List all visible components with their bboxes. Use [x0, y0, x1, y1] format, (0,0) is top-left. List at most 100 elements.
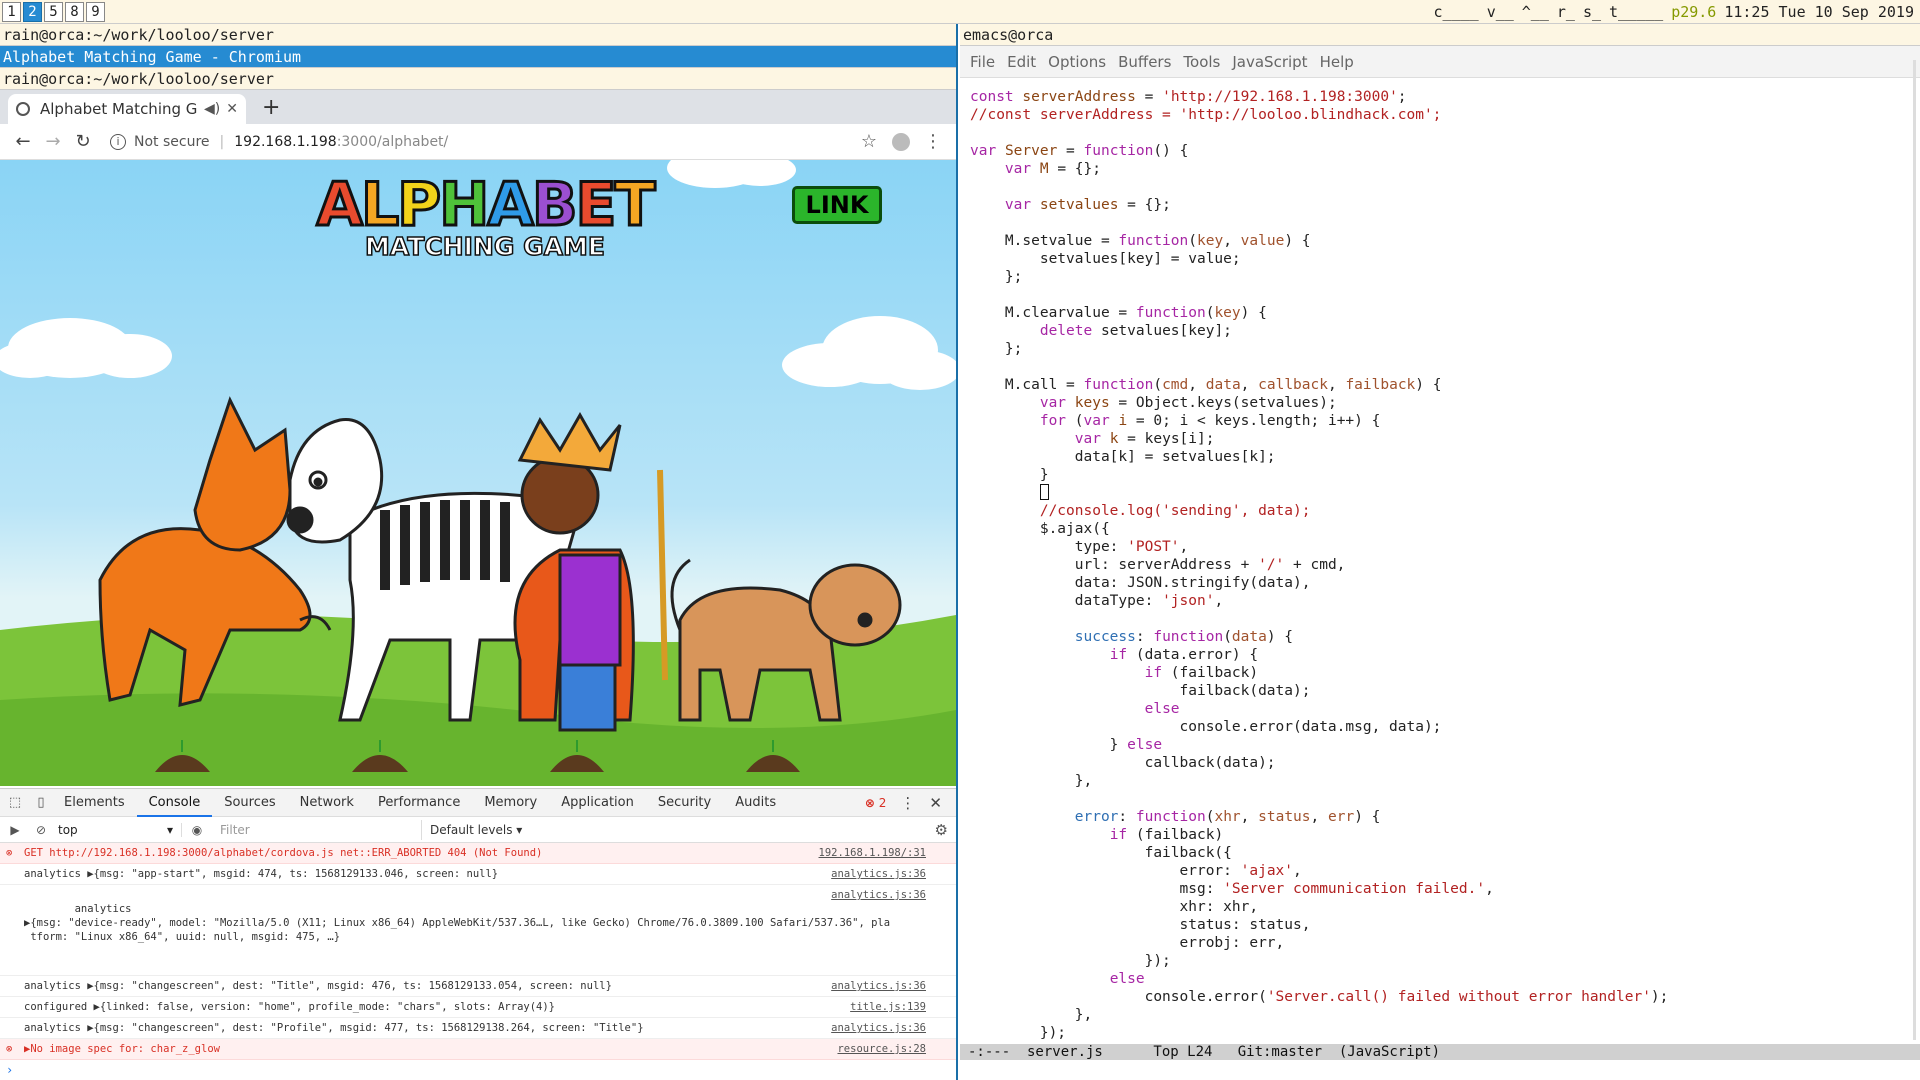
emacs-window: emacs@orca File Edit Options Buffers Too…	[960, 24, 1920, 1080]
code-line: };	[970, 341, 1023, 357]
log-source-link[interactable]: title.js:139	[850, 1000, 926, 1014]
code-buffer[interactable]: const serverAddress = 'http://192.168.1.…	[960, 78, 1920, 1042]
speaker-icon[interactable]: ◀)	[204, 101, 220, 117]
context-select[interactable]: top ▾	[52, 822, 182, 837]
dropdown-icon: ▾	[166, 822, 173, 837]
log-text: GET http://192.168.1.198:3000/alphabet/c…	[24, 847, 543, 859]
code-line: var keys = Object.keys(setvalues);	[1039, 395, 1337, 411]
devtools-menu-icon[interactable]: ⋮	[900, 794, 915, 812]
error-count-badge[interactable]: ⊗ 2	[865, 796, 887, 810]
code-line: setvalues[key] = value;	[970, 251, 1241, 267]
device-toolbar-icon[interactable]: ▯	[30, 795, 52, 810]
log-text[interactable]: ▶No image spec for: char_z_glow	[24, 1043, 220, 1055]
code-line: if (data.error) {	[1109, 647, 1259, 663]
sidebar-toggle-icon[interactable]: ▶	[4, 823, 26, 837]
address-bar[interactable]: i Not secure | 192.168.1.198:3000/alphab…	[98, 128, 854, 156]
menu-options[interactable]: Options	[1048, 53, 1106, 71]
code-line: data[k] = setvalues[k];	[970, 449, 1276, 465]
log-source-link[interactable]: analytics.js:36	[831, 867, 926, 881]
profile-avatar[interactable]	[892, 132, 910, 151]
menu-buffers[interactable]: Buffers	[1118, 53, 1171, 71]
inspect-element-icon[interactable]: ⬚	[4, 795, 26, 810]
code-line: M.setvalue = function(key, value) {	[970, 233, 1311, 249]
workspace-2-button[interactable]: 2	[23, 1, 42, 22]
code-line: for (var i = 0; i < keys.length; i++) {	[1039, 413, 1381, 429]
code-line: xhr: xhr,	[970, 899, 1259, 915]
text-cursor	[1039, 484, 1049, 500]
workspace-5-button[interactable]: 5	[44, 1, 63, 22]
tab-console[interactable]: Console	[136, 789, 213, 817]
menu-help[interactable]: Help	[1320, 53, 1354, 71]
code-line: var setvalues = {};	[1004, 197, 1171, 213]
log-source-link[interactable]: analytics.js:36	[831, 979, 926, 993]
live-expression-eye-icon[interactable]: ◉	[186, 823, 208, 837]
tab-performance[interactable]: Performance	[366, 789, 472, 817]
console-log-row: analytics ▶{msg: "device-ready", model: …	[0, 885, 956, 976]
code-line: });	[970, 1025, 1067, 1041]
context-value: top	[58, 822, 78, 837]
console-log-row: analytics ▶{msg: "changescreen", dest: "…	[0, 1018, 956, 1039]
log-text[interactable]: analytics ▶{msg: "app-start", msgid: 474…	[24, 868, 498, 880]
devtools-close-icon[interactable]: ✕	[929, 794, 942, 812]
window-title-terminal[interactable]: rain@orca:~/work/looloo/server	[0, 24, 956, 46]
window-title-chromium[interactable]: Alphabet Matching Game - Chromium	[0, 46, 956, 68]
tab-sources[interactable]: Sources	[212, 789, 287, 817]
levels-value: Default levels	[430, 822, 513, 837]
console-error-row: ⊗ ▶No image spec for: char_z_glow resour…	[0, 1039, 956, 1060]
info-icon[interactable]: i	[110, 133, 126, 150]
url-host: 192.168.1.198	[234, 133, 337, 150]
game-logo: ALPHABET MATCHING GAME	[300, 171, 670, 261]
game-viewport[interactable]: ALPHABET MATCHING GAME LINK	[0, 160, 956, 786]
menu-file[interactable]: File	[970, 53, 995, 71]
log-text[interactable]: analytics ▶{msg: "changescreen", dest: "…	[24, 980, 612, 992]
workspace-1-button[interactable]: 1	[2, 1, 21, 22]
workspace-8-button[interactable]: 8	[65, 1, 84, 22]
log-source-link[interactable]: analytics.js:36	[831, 1021, 926, 1035]
levels-dropdown-icon: ▾	[516, 822, 523, 837]
menu-javascript[interactable]: JavaScript	[1232, 53, 1307, 71]
status-v: v__	[1486, 3, 1514, 21]
console-log-row: analytics ▶{msg: "changescreen", dest: "…	[0, 976, 956, 997]
tab-network[interactable]: Network	[288, 789, 366, 817]
tab-elements[interactable]: Elements	[52, 789, 137, 817]
log-source-link[interactable]: resource.js:28	[837, 1042, 926, 1056]
tab-memory[interactable]: Memory	[472, 789, 549, 817]
url-path: :3000/alphabet/	[336, 133, 449, 150]
tab-audits[interactable]: Audits	[723, 789, 788, 817]
code-line: url: serverAddress + '/' + cmd,	[970, 557, 1346, 573]
log-source-link[interactable]: 192.168.1.198/:31	[819, 846, 926, 860]
code-comment: //const serverAddress = 'http://looloo.b…	[970, 107, 1442, 123]
new-tab-button[interactable]: +	[262, 95, 280, 120]
menu-tools[interactable]: Tools	[1183, 53, 1220, 71]
log-text[interactable]: configured ▶{linked: false, version: "ho…	[24, 1001, 555, 1013]
forward-icon[interactable]: →	[38, 131, 68, 152]
log-text[interactable]: analytics ▶{msg: "changescreen", dest: "…	[24, 1022, 644, 1034]
status-p: p29.6	[1671, 3, 1717, 21]
menu-edit[interactable]: Edit	[1007, 53, 1036, 71]
code-comment: //console.log('sending', data);	[970, 503, 1311, 519]
log-text[interactable]: analytics ▶{msg: "device-ready", model: …	[24, 903, 890, 943]
emacs-window-title[interactable]: emacs@orca	[960, 24, 1920, 46]
close-tab-icon[interactable]: ✕	[226, 101, 238, 117]
menu-icon[interactable]: ⋮	[918, 131, 948, 152]
back-icon[interactable]: ←	[8, 131, 38, 152]
workspace-9-button[interactable]: 9	[86, 1, 105, 22]
code-line: else	[1144, 701, 1180, 717]
log-source-link[interactable]: analytics.js:36	[831, 888, 926, 902]
tab-security[interactable]: Security	[646, 789, 723, 817]
browser-tab[interactable]: Alphabet Matching Ga ◀) ✕	[8, 94, 246, 124]
console-filter-input[interactable]: Filter	[212, 819, 422, 840]
reload-icon[interactable]: ↻	[68, 131, 98, 152]
console-prompt[interactable]: ›	[0, 1060, 956, 1080]
log-levels-select[interactable]: Default levels ▾	[422, 823, 522, 837]
clear-console-icon[interactable]: ⊘	[30, 823, 52, 837]
console-settings-gear-icon[interactable]: ⚙	[935, 821, 948, 839]
code-line: type: 'POST',	[970, 539, 1189, 555]
security-label: Not secure	[134, 133, 210, 150]
bookmark-star-icon[interactable]: ☆	[854, 131, 884, 152]
editor-scrollbar[interactable]	[1913, 60, 1916, 1040]
left-column: rain@orca:~/work/looloo/server Alphabet …	[0, 24, 958, 1080]
window-title-terminal-2[interactable]: rain@orca:~/work/looloo/server	[0, 68, 956, 90]
tab-application[interactable]: Application	[549, 789, 646, 817]
link-button[interactable]: LINK	[792, 186, 882, 224]
